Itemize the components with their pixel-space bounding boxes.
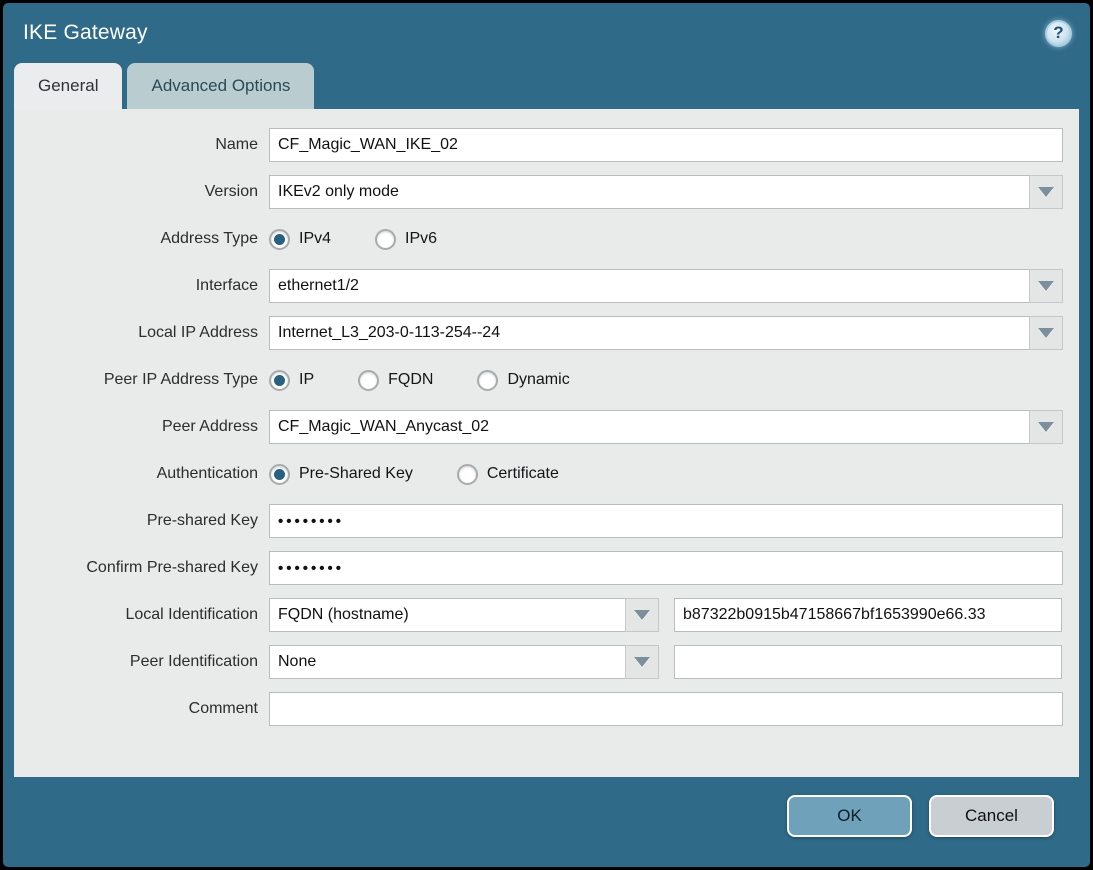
form-row-address-type: Address Type IPv4 IPv6 [14, 222, 1063, 256]
form-row-comment: Comment [14, 692, 1063, 726]
form-row-local-ip-address: Local IP Address [14, 316, 1063, 350]
interface-input[interactable] [269, 269, 1030, 303]
pre-shared-key-label: Pre-shared Key [14, 512, 269, 530]
interface-dropdown-button[interactable] [1030, 269, 1063, 303]
form-row-peer-identification: Peer Identification [14, 645, 1063, 679]
chevron-down-icon [1038, 422, 1054, 432]
general-tab-panel: Name Version Address Type IPv4 [14, 109, 1079, 777]
pre-shared-key-input[interactable] [269, 504, 1063, 538]
local-ip-address-dropdown-button[interactable] [1030, 316, 1063, 350]
interface-label: Interface [14, 277, 269, 295]
radio-certificate-label: Certificate [487, 465, 559, 483]
help-icon[interactable]: ? [1045, 20, 1072, 47]
name-label: Name [14, 136, 269, 154]
radio-fqdn[interactable]: FQDN [358, 370, 433, 391]
radio-dynamic-label: Dynamic [507, 371, 569, 389]
form-row-confirm-pre-shared-key: Confirm Pre-shared Key [14, 551, 1063, 585]
name-input[interactable] [269, 128, 1063, 162]
radio-selected-icon [269, 464, 290, 485]
version-dropdown [269, 175, 1063, 209]
peer-identification-type-dropdown [269, 645, 659, 679]
confirm-pre-shared-key-input[interactable] [269, 551, 1063, 585]
radio-ipv4[interactable]: IPv4 [269, 229, 331, 250]
form-row-peer-address: Peer Address [14, 410, 1063, 444]
peer-identification-label: Peer Identification [14, 653, 269, 671]
interface-dropdown [269, 269, 1063, 303]
radio-fqdn-label: FQDN [388, 371, 433, 389]
local-identification-type-dropdown [269, 598, 659, 632]
peer-address-dropdown [269, 410, 1063, 444]
chevron-down-icon [1038, 281, 1054, 291]
local-ip-address-dropdown [269, 316, 1063, 350]
chevron-down-icon [634, 657, 650, 667]
radio-certificate[interactable]: Certificate [457, 464, 559, 485]
peer-ip-address-type-label: Peer IP Address Type [14, 371, 269, 389]
radio-pre-shared-key[interactable]: Pre-Shared Key [269, 464, 413, 485]
local-identification-dropdown-button[interactable] [626, 598, 659, 632]
radio-ip[interactable]: IP [269, 370, 314, 391]
peer-identification-type-input[interactable] [269, 645, 626, 679]
page-title: IKE Gateway [23, 21, 148, 45]
peer-address-input[interactable] [269, 410, 1030, 444]
local-identification-label: Local Identification [14, 606, 269, 624]
chevron-down-icon [1038, 328, 1054, 338]
local-identification-value-input[interactable] [674, 598, 1062, 632]
local-ip-address-label: Local IP Address [14, 324, 269, 342]
dialog-footer: OK Cancel [3, 777, 1090, 837]
version-label: Version [14, 183, 269, 201]
form-row-interface: Interface [14, 269, 1063, 303]
radio-ipv6-label: IPv6 [405, 230, 437, 248]
form-row-peer-ip-address-type: Peer IP Address Type IP FQDN Dynamic [14, 363, 1063, 397]
radio-unselected-icon [358, 370, 379, 391]
radio-unselected-icon [477, 370, 498, 391]
address-type-label: Address Type [14, 230, 269, 248]
version-input[interactable] [269, 175, 1030, 209]
radio-unselected-icon [457, 464, 478, 485]
peer-address-dropdown-button[interactable] [1030, 410, 1063, 444]
comment-input[interactable] [269, 692, 1063, 726]
radio-unselected-icon [375, 229, 396, 250]
radio-selected-icon [269, 229, 290, 250]
local-identification-type-input[interactable] [269, 598, 626, 632]
peer-identification-value-input[interactable] [674, 645, 1062, 679]
confirm-pre-shared-key-label: Confirm Pre-shared Key [14, 559, 269, 577]
ok-button[interactable]: OK [787, 795, 912, 837]
radio-ipv4-label: IPv4 [299, 230, 331, 248]
peer-address-label: Peer Address [14, 418, 269, 436]
form-row-pre-shared-key: Pre-shared Key [14, 504, 1063, 538]
radio-pre-shared-key-label: Pre-Shared Key [299, 465, 413, 483]
chevron-down-icon [1038, 187, 1054, 197]
tab-advanced-options[interactable]: Advanced Options [127, 63, 314, 109]
cancel-button[interactable]: Cancel [929, 795, 1054, 837]
tab-general[interactable]: General [14, 63, 122, 109]
peer-identification-dropdown-button[interactable] [626, 645, 659, 679]
form-row-local-identification: Local Identification [14, 598, 1063, 632]
radio-selected-icon [269, 370, 290, 391]
version-dropdown-button[interactable] [1030, 175, 1063, 209]
radio-ip-label: IP [299, 371, 314, 389]
ike-gateway-dialog: IKE Gateway ? General Advanced Options N… [3, 3, 1090, 867]
radio-ipv6[interactable]: IPv6 [375, 229, 437, 250]
comment-label: Comment [14, 700, 269, 718]
form-row-version: Version [14, 175, 1063, 209]
form-row-authentication: Authentication Pre-Shared Key Certificat… [14, 457, 1063, 491]
form-row-name: Name [14, 128, 1063, 162]
tab-bar: General Advanced Options [3, 63, 1090, 109]
radio-dynamic[interactable]: Dynamic [477, 370, 569, 391]
local-ip-address-input[interactable] [269, 316, 1030, 350]
chevron-down-icon [634, 610, 650, 620]
authentication-label: Authentication [14, 465, 269, 483]
title-bar: IKE Gateway ? [3, 3, 1090, 63]
